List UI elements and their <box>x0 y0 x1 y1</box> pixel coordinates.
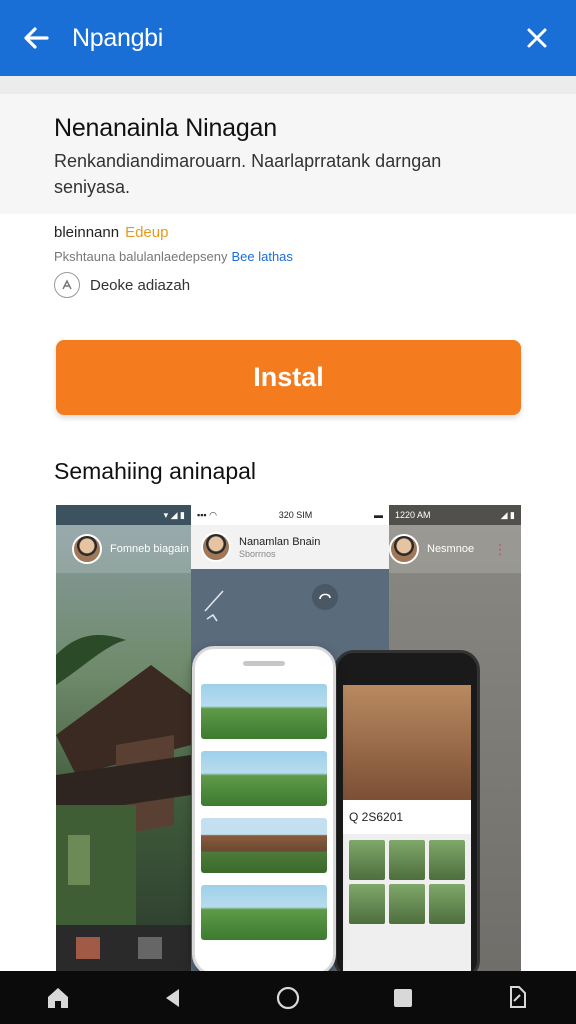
chat-bubble-icon[interactable] <box>311 583 339 611</box>
arrow-left-icon <box>24 27 49 49</box>
photo-grid <box>343 834 471 930</box>
feed-card[interactable] <box>201 885 327 940</box>
search-bar[interactable]: Q 2S6201 <box>343 800 471 834</box>
meta-text: Pkshtauna balulanlaedepseny <box>54 249 228 264</box>
avatar <box>72 534 102 564</box>
grid-photo[interactable] <box>349 884 385 924</box>
grid-photo[interactable] <box>429 884 465 924</box>
grid-photo[interactable] <box>389 884 425 924</box>
home-icon[interactable] <box>38 978 78 1018</box>
app-description: Renkandiandimarouarn. Naarlaprratank dar… <box>54 151 442 197</box>
status-time: 320 SIM <box>278 510 313 520</box>
feed-card[interactable] <box>201 818 327 873</box>
system-navigation-bar <box>0 971 576 1024</box>
chat-name: Nesmnoe <box>427 542 475 555</box>
grid-photo[interactable] <box>429 840 465 880</box>
screenshots-gallery[interactable]: ▾ ◢ ▮ Fomneb biagain 1220 AM ◢ ▮ Nesmnoe … <box>56 505 521 971</box>
phone-screen: Q 2S6201 <box>343 685 471 971</box>
avatar <box>201 532 231 562</box>
grid-photo[interactable] <box>349 840 385 880</box>
status-time: 1220 AM <box>395 510 431 520</box>
chat-header: Fomneb biagain <box>56 525 191 573</box>
chat-subtitle: Sborrnos <box>239 548 276 559</box>
phone-mockup-back: Q 2S6201 <box>334 650 480 971</box>
chat-header: Nanamlan Bnain Sborrnos <box>191 525 389 569</box>
top-app-bar: Npangbi <box>0 0 576 76</box>
screenshots-title: Semahiing aninapal <box>54 458 257 484</box>
close-button[interactable] <box>498 0 576 76</box>
avatar <box>389 534 419 564</box>
rating-text: Deoke adiazah <box>90 276 191 294</box>
feed-card[interactable] <box>201 751 327 806</box>
more-icon[interactable]: ⋮ <box>493 541 507 558</box>
search-text: Q 2S6201 <box>349 810 404 824</box>
chat-header: Nesmnoe ⋮ <box>389 525 521 573</box>
pencil-icon <box>204 590 224 622</box>
chat-name: Nanamlan Bnain <box>239 535 321 548</box>
phone-speaker <box>243 661 285 666</box>
app-bar-title: Npangbi <box>72 23 164 52</box>
developer-name[interactable]: bleinnann <box>54 224 119 241</box>
status-bar: ▾ ◢ ▮ <box>56 505 191 525</box>
house-roof-image <box>56 635 191 971</box>
developer-tag: Edeup <box>125 224 169 241</box>
screenshot-left[interactable]: ▾ ◢ ▮ Fomneb biagain <box>56 505 191 971</box>
developer-row: bleinnann Edeup <box>54 224 168 241</box>
status-bar: ▪▪▪ ◠ 320 SIM ▬ <box>191 505 389 525</box>
back-button[interactable] <box>0 0 72 76</box>
home-circle-icon[interactable] <box>268 978 308 1018</box>
feed-card[interactable] <box>201 684 327 739</box>
recents-square-icon[interactable] <box>383 978 423 1018</box>
install-button[interactable]: Instal <box>56 340 521 415</box>
chat-name: Fomneb biagain <box>110 542 189 555</box>
status-bar: 1220 AM ◢ ▮ <box>389 505 521 525</box>
meta-link[interactable]: Bee lathas <box>231 249 292 264</box>
divider <box>0 76 576 94</box>
grid-photo[interactable] <box>389 840 425 880</box>
rating-row[interactable]: Deoke adiazah <box>54 272 190 298</box>
people-photo <box>343 685 471 800</box>
meta-row: Pkshtauna balulanlaedepseny Bee lathas <box>54 249 293 264</box>
rotate-icon[interactable] <box>498 978 538 1018</box>
info-circle-icon <box>54 272 80 298</box>
app-name: Nenanainla Ninagan <box>54 114 277 142</box>
back-triangle-icon[interactable] <box>153 978 193 1018</box>
phone-mockup-front <box>192 646 336 971</box>
close-icon <box>527 28 547 48</box>
